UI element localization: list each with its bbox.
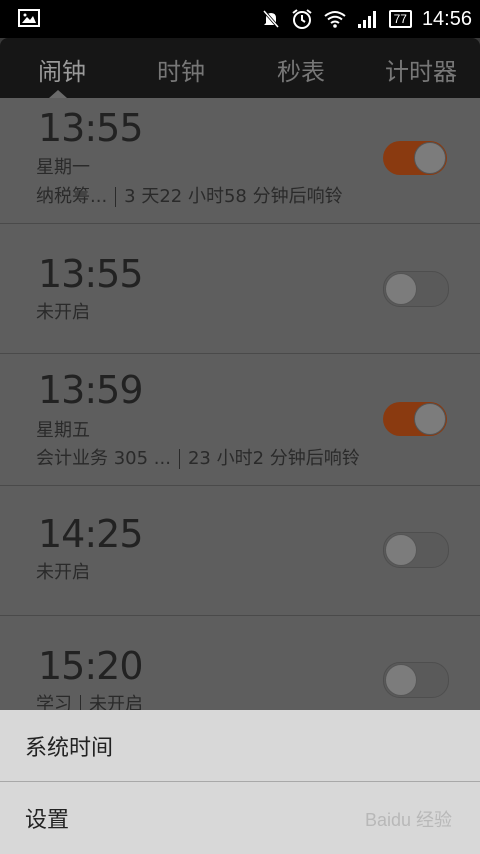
tab-indicator bbox=[49, 90, 67, 98]
tab-alarm[interactable]: 闹钟 bbox=[38, 52, 86, 87]
alarm-row[interactable]: 14:25 未开启 bbox=[0, 486, 480, 616]
tab-stopwatch[interactable]: 秒表 bbox=[277, 52, 325, 87]
menu-item-label: 系统时间 bbox=[25, 736, 114, 761]
separator bbox=[80, 695, 81, 710]
alarm-status: 未开启 bbox=[36, 562, 90, 583]
alarm-label: 学习 bbox=[36, 694, 72, 710]
alarm-row[interactable]: 13:55 星期一 纳税筹... 3 天22 小时58 分钟后响铃 bbox=[0, 98, 480, 224]
toggle-knob bbox=[385, 273, 417, 305]
status-bar: 77 14:56 bbox=[0, 0, 480, 38]
alarm-countdown: 23 小时2 分钟后响铃 bbox=[187, 448, 360, 469]
alarm-time: 13:55 bbox=[38, 252, 144, 296]
tab-timer[interactable]: 计时器 bbox=[385, 52, 457, 87]
image-icon bbox=[18, 9, 40, 27]
alarm-toggle[interactable] bbox=[383, 662, 449, 698]
alarm-note: 会计业务 305 ... bbox=[36, 448, 171, 469]
alarm-countdown: 3 天22 小时58 分钟后响铃 bbox=[124, 186, 343, 207]
alarm-toggle[interactable] bbox=[383, 532, 449, 568]
alarm-details: 学习 未开启 bbox=[36, 690, 143, 710]
alarm-toggle[interactable] bbox=[383, 271, 449, 307]
alarm-toggle[interactable] bbox=[383, 402, 447, 436]
alarm-status: 未开启 bbox=[89, 694, 143, 710]
alarm-row[interactable]: 13:59 星期五 会计业务 305 ... 23 小时2 分钟后响铃 bbox=[0, 354, 480, 486]
signal-icon bbox=[357, 11, 376, 28]
menu-item-system-time[interactable]: 系统时间 bbox=[0, 710, 480, 781]
alarm-time: 13:55 bbox=[38, 106, 144, 150]
battery-icon: 77 bbox=[388, 10, 412, 28]
alarm-status: 未开启 bbox=[36, 302, 90, 323]
status-time: 14:56 bbox=[421, 7, 472, 30]
alarm-time: 15:20 bbox=[38, 644, 144, 688]
alarm-toggle[interactable] bbox=[383, 141, 447, 175]
toggle-knob bbox=[385, 664, 417, 696]
alarm-icon bbox=[291, 9, 312, 29]
separator bbox=[115, 187, 117, 207]
alarm-time: 13:59 bbox=[38, 368, 144, 412]
tab-bar: 闹钟 时钟 秒表 计时器 bbox=[0, 38, 480, 98]
alarm-details: 纳税筹... 3 天22 小时58 分钟后响铃 bbox=[36, 182, 343, 208]
alarm-days: 星期一 bbox=[36, 157, 90, 178]
toggle-knob bbox=[414, 403, 446, 435]
tab-clock[interactable]: 时钟 bbox=[157, 52, 205, 87]
watermark-logo: Baidu 经验 bbox=[364, 810, 452, 830]
toggle-knob bbox=[385, 534, 417, 566]
options-menu: 系统时间 设置 Baidu 经验 bbox=[0, 710, 480, 854]
alarm-row[interactable]: 15:20 学习 未开启 bbox=[0, 616, 480, 710]
menu-item-label: 设置 bbox=[25, 808, 70, 833]
mute-icon bbox=[262, 10, 279, 28]
separator bbox=[178, 449, 180, 469]
alarm-details: 会计业务 305 ... 23 小时2 分钟后响铃 bbox=[36, 444, 360, 470]
alarm-list: 13:55 星期一 纳税筹... 3 天22 小时58 分钟后响铃 13:55 未… bbox=[0, 98, 480, 710]
toggle-knob bbox=[414, 142, 446, 174]
wifi-icon bbox=[323, 11, 346, 28]
alarm-time: 14:25 bbox=[38, 512, 144, 556]
alarm-days: 星期五 bbox=[36, 420, 90, 441]
alarm-note: 纳税筹... bbox=[36, 186, 108, 207]
alarm-row[interactable]: 13:55 未开启 bbox=[0, 224, 480, 354]
